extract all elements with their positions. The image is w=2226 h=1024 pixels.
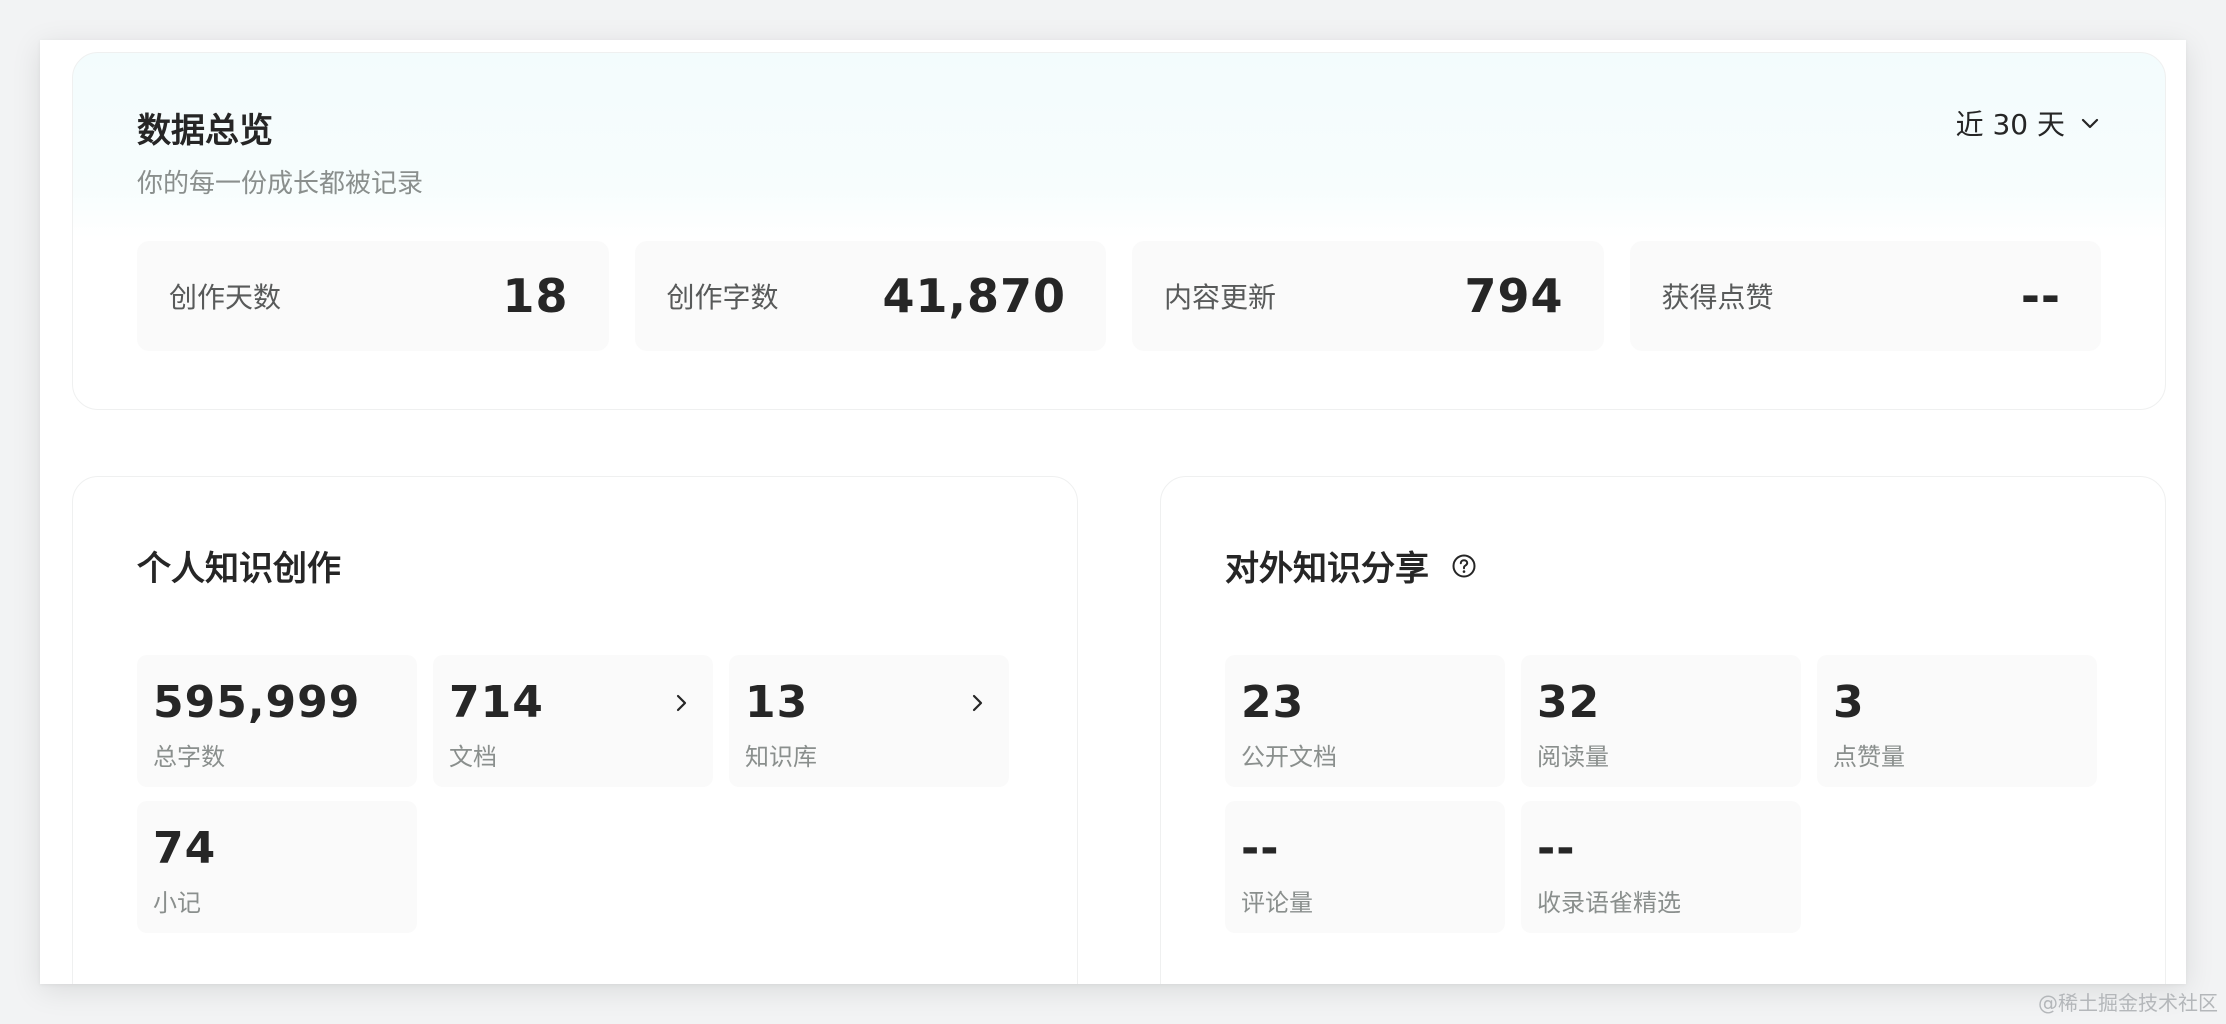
stat-word-count: 创作字数 41,870 xyxy=(634,241,1106,351)
tile-value: 74 xyxy=(153,823,217,874)
tile-value: 23 xyxy=(1241,677,1305,728)
stat-likes-received: 获得点赞 -- xyxy=(1629,241,2101,351)
overview-subtitle: 你的每一份成长都被记录 xyxy=(137,169,424,199)
time-range-label: 近 30 天 xyxy=(1955,108,2065,141)
tile-value: -- xyxy=(1241,823,1280,874)
tile-documents[interactable]: 714 文档 xyxy=(433,655,713,787)
overview-title: 数据总览 xyxy=(137,111,273,151)
stat-value: 41,870 xyxy=(882,269,1066,323)
stat-creation-days: 创作天数 18 xyxy=(137,241,609,351)
panel-title-text: 个人知识创作 xyxy=(137,549,341,589)
tile-likes: 3 点赞量 xyxy=(1817,655,2097,787)
tile-value: 32 xyxy=(1537,677,1601,728)
personal-stat-tiles: 595,999 总字数 714 文档 13 知识库 74 小记 xyxy=(137,655,1013,933)
tile-label: 阅读量 xyxy=(1537,743,1609,771)
time-range-dropdown[interactable]: 近 30 天 xyxy=(1956,103,2101,143)
tile-label: 小记 xyxy=(153,889,201,917)
tile-label: 收录语雀精选 xyxy=(1537,889,1681,917)
panel-title-text: 对外知识分享 xyxy=(1225,549,1429,589)
tile-knowledge-bases[interactable]: 13 知识库 xyxy=(729,655,1009,787)
stat-label: 内容更新 xyxy=(1164,281,1277,314)
tile-value: -- xyxy=(1537,823,1576,874)
overview-stats: 创作天数 18 创作字数 41,870 内容更新 794 获得点赞 -- xyxy=(137,241,2101,351)
stat-label: 创作字数 xyxy=(666,281,779,314)
chevron-right-icon xyxy=(671,693,691,713)
stat-value: 794 xyxy=(1464,269,1564,323)
watermark: @稀土掘金技术社区 xyxy=(2038,991,2218,1015)
tile-reads: 32 阅读量 xyxy=(1521,655,1801,787)
tile-featured: -- 收录语雀精选 xyxy=(1521,801,1801,933)
chevron-right-icon xyxy=(967,693,987,713)
tile-public-documents: 23 公开文档 xyxy=(1225,655,1505,787)
data-overview-card: 数据总览 你的每一份成长都被记录 近 30 天 创作天数 18 创作字数 41,… xyxy=(72,52,2166,410)
personal-creation-card: 个人知识创作 595,999 总字数 714 文档 13 知识库 74 小记 xyxy=(72,476,1078,984)
stat-label: 创作天数 xyxy=(169,281,282,314)
tile-value: 3 xyxy=(1833,677,1865,728)
tile-value: 595,999 xyxy=(153,677,361,728)
tile-label: 公开文档 xyxy=(1241,743,1337,771)
app-window: 数据总览 你的每一份成长都被记录 近 30 天 创作天数 18 创作字数 41,… xyxy=(40,40,2186,984)
sharing-stat-tiles: 23 公开文档 32 阅读量 3 点赞量 -- 评论量 -- 收录语雀精选 xyxy=(1225,655,2101,933)
stat-label: 获得点赞 xyxy=(1661,281,1774,314)
chevron-down-icon xyxy=(2079,112,2101,134)
tile-label: 文档 xyxy=(449,743,497,771)
external-sharing-title: 对外知识分享 xyxy=(1225,541,1477,590)
stat-value: -- xyxy=(2020,269,2061,323)
stat-value: 18 xyxy=(502,269,569,323)
tile-label: 评论量 xyxy=(1241,889,1313,917)
external-sharing-card: 对外知识分享 23 公开文档 32 阅读量 3 点赞量 -- 评论量 -- 收录… xyxy=(1160,476,2166,984)
tile-total-words: 595,999 总字数 xyxy=(137,655,417,787)
tile-notes: 74 小记 xyxy=(137,801,417,933)
tile-label: 知识库 xyxy=(745,743,817,771)
stat-content-updates: 内容更新 794 xyxy=(1132,241,1604,351)
tile-label: 点赞量 xyxy=(1833,743,1905,771)
tile-comments: -- 评论量 xyxy=(1225,801,1505,933)
question-circle-icon[interactable] xyxy=(1451,553,1477,579)
tile-label: 总字数 xyxy=(153,743,225,771)
personal-creation-title: 个人知识创作 xyxy=(137,541,341,590)
